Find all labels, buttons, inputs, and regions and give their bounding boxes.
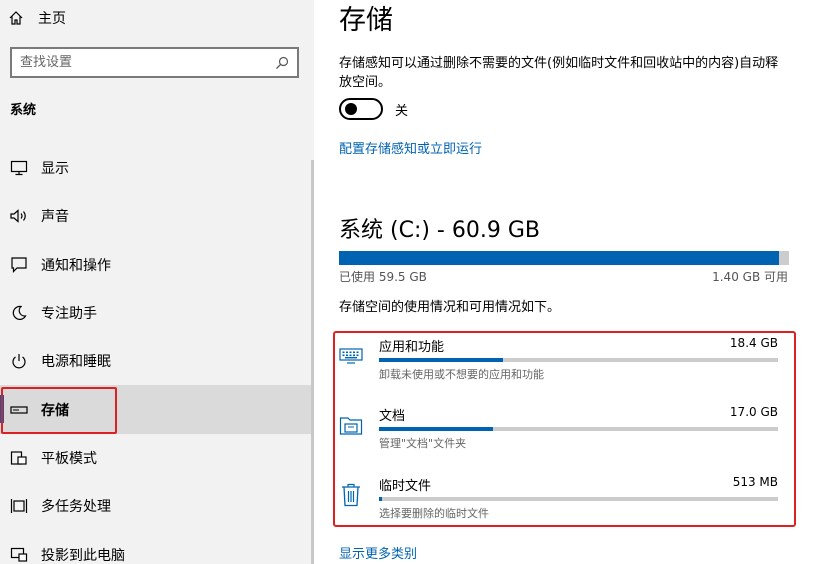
sidebar-item-label: 声音 [41, 209, 69, 226]
category-usage-bar [379, 497, 778, 501]
search-box[interactable] [10, 47, 299, 78]
sidebar-item-multitasking[interactable]: 多任务处理 [0, 482, 311, 530]
sidebar-item-project[interactable]: 投影到此电脑 [0, 530, 311, 564]
sidebar-item-sound[interactable]: 声音 [0, 192, 311, 240]
sidebar-item-label: 多任务处理 [41, 499, 111, 516]
moon-icon [9, 303, 29, 323]
speaker-icon [9, 206, 29, 226]
category-usage-bar [379, 427, 778, 431]
project-icon [9, 545, 29, 564]
drive-usage-bar [339, 251, 789, 265]
sidebar-item-label: 投影到此电脑 [41, 547, 125, 564]
category-description: 卸载未使用或不想要的应用和功能 [379, 368, 544, 381]
category-description: 选择要删除的临时文件 [379, 507, 489, 520]
sidebar-item-label: 平板模式 [41, 450, 97, 467]
sidebar-scrollbar[interactable] [311, 160, 314, 564]
sidebar-item-display[interactable]: 显示 [0, 144, 311, 192]
category-usage-fill [379, 497, 383, 501]
category-name: 应用和功能 [379, 340, 445, 355]
section-label: 系统 [10, 103, 37, 118]
tablet-mode-icon [9, 448, 29, 468]
category-description: 管理"文档"文件夹 [379, 437, 467, 450]
storage-sense-toggle[interactable] [339, 98, 383, 120]
sidebar-item-power[interactable]: 电源和睡眠 [0, 337, 311, 385]
search-icon[interactable] [275, 56, 289, 70]
category-name: 临时文件 [379, 479, 432, 494]
sidebar-item-label: 存储 [41, 402, 69, 419]
sidebar-item-tablet-mode[interactable]: 平板模式 [0, 434, 311, 482]
trash-icon [339, 481, 363, 509]
display-icon [9, 158, 29, 178]
storage-drive-icon [9, 400, 29, 420]
home-icon [9, 11, 23, 25]
storage-sense-toggle-row: 关 [339, 98, 408, 120]
storage-sense-description: 存储感知可以通过删除不需要的文件(例如临时文件和回收站中的内容)自动释放空间。 [339, 56, 779, 90]
category-apps-features[interactable]: 应用和功能 18.4 GB 卸载未使用或不想要的应用和功能 [339, 336, 779, 396]
sidebar-item-label: 通知和操作 [41, 257, 111, 274]
sidebar-nav: 显示 声音 通知和操作 专注助手 电源和睡眠 存储 平板模式 多任务处理 投影到… [0, 144, 311, 564]
home-link[interactable]: 主页 [8, 6, 66, 30]
toggle-state-label: 关 [395, 103, 409, 119]
sidebar-item-focus-assist[interactable]: 专注助手 [0, 289, 311, 337]
sidebar-item-label: 电源和睡眠 [41, 354, 111, 371]
category-usage-fill [379, 427, 493, 431]
category-size: 17.0 GB [729, 405, 778, 419]
usage-description: 存储空间的使用情况和可用情况如下。 [339, 300, 561, 315]
drive-usage-fill [339, 251, 779, 265]
category-usage-bar [379, 358, 778, 362]
search-input[interactable] [20, 55, 275, 70]
page-title: 存储 [339, 5, 393, 36]
category-name: 文档 [379, 409, 406, 424]
drive-free-label: 1.40 GB 可用 [712, 270, 788, 284]
category-temporary-files[interactable]: 临时文件 513 MB 选择要删除的临时文件 [339, 475, 779, 535]
multitasking-icon [9, 496, 29, 516]
sidebar-item-label: 显示 [41, 161, 69, 178]
sidebar-item-storage[interactable]: 存储 [0, 385, 311, 434]
power-icon [9, 351, 29, 371]
notification-icon [9, 255, 29, 275]
drive-title: 系统 (C:) - 60.9 GB [339, 218, 540, 243]
configure-storage-sense-link[interactable]: 配置存储感知或立即运行 [339, 138, 482, 157]
sidebar-item-label: 专注助手 [41, 306, 97, 323]
category-usage-fill [379, 358, 503, 362]
category-size: 513 MB [732, 475, 778, 489]
show-more-categories-link[interactable]: 显示更多类别 [339, 543, 417, 562]
home-label: 主页 [38, 11, 66, 27]
category-documents[interactable]: 文档 17.0 GB 管理"文档"文件夹 [339, 405, 779, 465]
drive-used-label: 已使用 59.5 GB [339, 270, 427, 284]
category-size: 18.4 GB [729, 336, 778, 350]
sidebar-item-notifications[interactable]: 通知和操作 [0, 241, 311, 289]
keyboard-icon [339, 342, 363, 370]
toggle-knob [345, 103, 357, 115]
folder-icon [339, 411, 363, 439]
sidebar: 主页 系统 显示 声音 通知和操作 专注助手 电源和睡眠 存储 [0, 0, 314, 564]
